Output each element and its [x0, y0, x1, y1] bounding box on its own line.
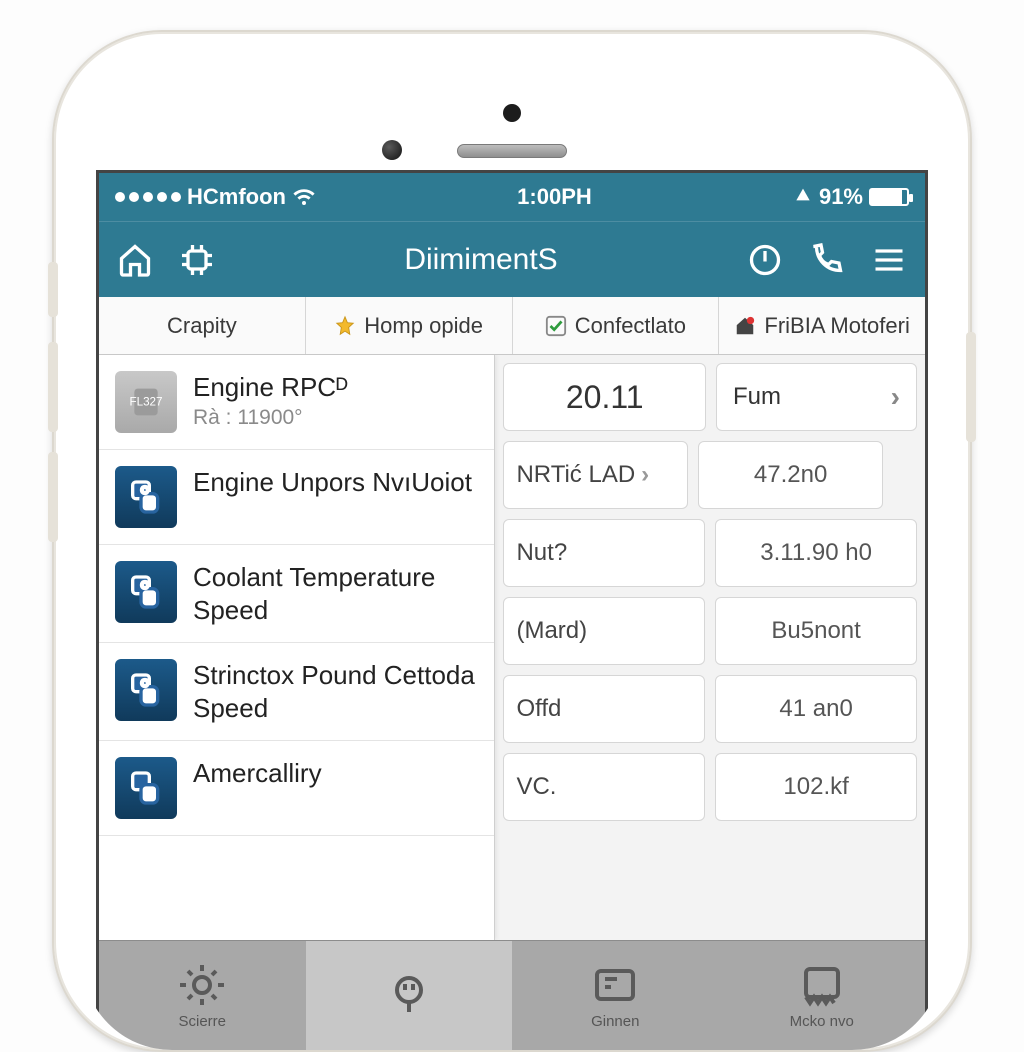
tab-confectlato[interactable]: Confectlato	[513, 297, 720, 354]
phone-frame: HCmfoon 1:00PH 91%	[52, 30, 972, 1052]
chip-button[interactable]	[177, 240, 217, 280]
tab-bar-label: Scierre	[178, 1013, 226, 1030]
tab-bar-item-1[interactable]: Scierre	[99, 941, 306, 1050]
tab-bar-label: Ginnen	[591, 1013, 639, 1030]
data-cell-label[interactable]: (Mard)	[503, 597, 705, 665]
data-cell-label[interactable]: NRTić LAD ›	[503, 441, 688, 509]
data-cell-value: 102.kf	[715, 753, 917, 821]
side-button	[48, 342, 58, 432]
hamburger-icon	[871, 242, 907, 278]
cell-text: NRTić LAD	[516, 461, 635, 489]
list-item[interactable]: FL327 Engine RPCᴰ Rà : 11900°	[99, 355, 494, 450]
data-cell-value: 47.2n0	[698, 441, 883, 509]
sensor-dot	[503, 104, 521, 122]
side-button	[48, 452, 58, 542]
svg-text:FL327: FL327	[129, 395, 162, 408]
receipt-icon	[798, 961, 846, 1009]
right-panel: 20.11 Fum › NRTić LAD › 47.2n0	[495, 355, 925, 940]
left-panel: FL327 Engine RPCᴰ Rà : 11900° C Engine U…	[99, 355, 495, 940]
data-cell-label[interactable]: VC.	[503, 753, 705, 821]
chip-icon	[179, 242, 215, 278]
signal-icon	[793, 187, 813, 207]
tab-crapity[interactable]: Crapity	[99, 297, 306, 354]
house-alert-icon	[734, 315, 756, 337]
selector-label: Fum	[733, 383, 781, 411]
data-cell-value: 3.11.90 h0	[715, 519, 917, 587]
tab-bar-item-4[interactable]: Mcko nvo	[719, 941, 926, 1050]
spacer	[893, 441, 917, 509]
carrier-label: HCmfoon	[187, 184, 286, 210]
speaker-grille	[457, 144, 567, 158]
menu-button[interactable]	[869, 240, 909, 280]
chevron-right-icon: ›	[891, 381, 900, 413]
nav-bar: DiimimentS	[99, 221, 925, 297]
gear-icon	[178, 961, 226, 1009]
tab-bar-item-3[interactable]: Ginnen	[512, 941, 719, 1050]
thumb-icon: C	[115, 466, 177, 528]
tab-label: Crapity	[167, 313, 237, 339]
signal-dots-icon	[115, 192, 181, 202]
tab-hompopide[interactable]: Homp opide	[306, 297, 513, 354]
wifi-icon	[292, 185, 316, 209]
data-cell-value: 41 an0	[715, 675, 917, 743]
data-cell-value: Bu5nont	[715, 597, 917, 665]
clock-label: 1:00PH	[517, 184, 592, 210]
home-icon	[117, 242, 153, 278]
power-button[interactable]	[745, 240, 785, 280]
page-title: DiimimentS	[404, 243, 557, 277]
list-item-title: Amercalliry	[193, 757, 322, 790]
selector-button[interactable]: Fum ›	[716, 363, 917, 431]
card-icon	[591, 961, 639, 1009]
list-item-sub: Rà : 11900°	[193, 406, 348, 430]
thumb-icon	[115, 757, 177, 819]
plug-icon	[385, 970, 433, 1018]
bottom-bar: Scierre Ginnen Mcko nvo	[99, 940, 925, 1050]
list-item-title: Engine RPCᴰ	[193, 371, 348, 404]
tab-label: Homp opide	[364, 313, 483, 339]
data-grid: NRTić LAD › 47.2n0 Nut? 3.11.90 h0 (Mard…	[503, 441, 917, 821]
data-cell-label[interactable]: Nut?	[503, 519, 705, 587]
battery-icon	[869, 188, 909, 206]
call-button[interactable]	[807, 240, 847, 280]
side-button	[48, 262, 58, 317]
svg-text:C: C	[141, 581, 148, 592]
content-area: FL327 Engine RPCᴰ Rà : 11900° C Engine U…	[99, 355, 925, 940]
thumb-icon: FL327	[115, 371, 177, 433]
list-item-title: Coolant Temperature Speed	[193, 561, 478, 626]
tab-label: Confectlato	[575, 313, 686, 339]
star-icon	[334, 315, 356, 337]
front-camera	[382, 140, 402, 160]
svg-text:C: C	[141, 679, 148, 690]
screen: HCmfoon 1:00PH 91%	[96, 170, 928, 1050]
chevron-right-icon: ›	[641, 461, 649, 489]
power-icon	[747, 242, 783, 278]
side-button	[966, 332, 976, 442]
phone-icon	[809, 242, 845, 278]
list-item[interactable]: C Strinctox Pound Cettoda Speed	[99, 643, 494, 741]
list-item[interactable]: Amercalliry	[99, 741, 494, 836]
list-item-title: Strinctox Pound Cettoda Speed	[193, 659, 478, 724]
home-button[interactable]	[115, 240, 155, 280]
tab-bar-label: Mcko nvo	[790, 1013, 854, 1030]
svg-text:C: C	[141, 486, 148, 497]
thumb-icon: C	[115, 561, 177, 623]
list-item[interactable]: C Coolant Temperature Speed	[99, 545, 494, 643]
data-cell-label[interactable]: Offd	[503, 675, 705, 743]
thumb-icon: C	[115, 659, 177, 721]
tab-fribia[interactable]: FriBIA Motoferi	[719, 297, 925, 354]
list-item-title: Engine Unpors NvıUoiot	[193, 466, 472, 499]
tab-bar-item-2[interactable]	[306, 941, 513, 1050]
status-bar: HCmfoon 1:00PH 91%	[99, 173, 925, 221]
tab-strip: Crapity Homp opide Confectlato FriBIA Mo…	[99, 297, 925, 355]
tab-label: FriBIA Motoferi	[764, 313, 909, 339]
check-icon	[545, 315, 567, 337]
value-display: 20.11	[503, 363, 705, 431]
list-item[interactable]: C Engine Unpors NvıUoiot	[99, 450, 494, 545]
battery-percent: 91%	[819, 184, 863, 210]
